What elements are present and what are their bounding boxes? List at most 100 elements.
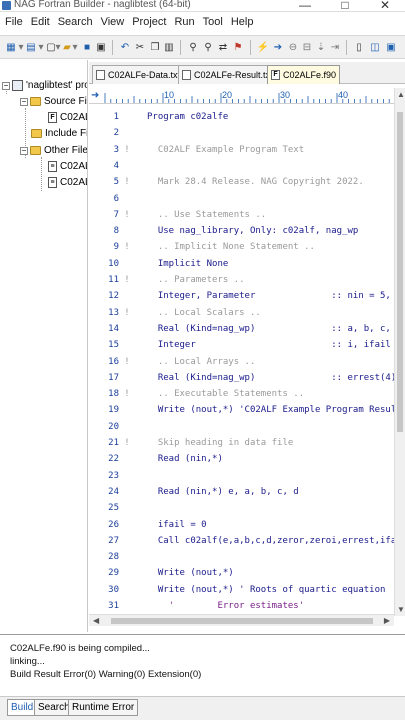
code-line[interactable]: 17 Real (Kind=nag_wp) :: errest(4), [89,370,394,386]
menu-edit[interactable]: Edit [27,16,54,28]
undo-icon[interactable]: ↶ [118,40,132,54]
collapse-icon[interactable]: − [2,81,10,90]
scroll-right-icon[interactable]: ▶ [384,616,390,625]
tab-label: C02ALFe-Result.txt [194,70,273,80]
vertical-scrollbar[interactable]: ▲ ▼ [394,88,405,616]
code-line[interactable]: 14 Real (Kind=nag_wp) :: a, b, c, d [89,321,394,337]
save-icon[interactable]: ■ [80,40,94,54]
code-line[interactable]: 24 Read (nin,*) e, a, b, c, d [89,484,394,500]
goto-icon[interactable]: ⚑ [231,40,245,54]
fortran-file-icon: F [48,112,57,123]
line-marker: ! [124,438,130,448]
tree-other-folder[interactable]: − Other Files [20,145,87,156]
open-icon[interactable]: ▤ [24,40,38,54]
breakpoint-icon[interactable]: ⇥ [328,40,342,54]
code-line[interactable]: 8 Use nag_library, Only: c02alf, nag_wp [89,223,394,239]
tree-include-folder[interactable]: Include File [31,128,87,139]
replace-icon[interactable]: ⇄ [216,40,230,54]
code-line[interactable]: 5! Mark 28.4 Release. NAG Copyright 2022… [89,174,394,190]
scroll-up-icon[interactable]: ▲ [397,90,405,99]
cut-icon[interactable]: ✂ [133,40,147,54]
code-line[interactable]: 30 Write (nout,*) ' Roots of quartic equ… [89,582,394,598]
tree-source-folder[interactable]: − Source File [20,96,87,107]
code-line[interactable]: 31 ' Error estimates' [89,598,394,614]
tree-other-file[interactable]: ≡ C02AL [48,161,87,172]
tab-result-file[interactable]: C02ALFe-Result.txt [178,65,277,84]
dropdown-icon[interactable]: ▾ [71,40,79,54]
scroll-down-icon[interactable]: ▼ [397,605,405,614]
tree-other-file[interactable]: ≡ C02AL [48,177,87,188]
build-icon[interactable]: ⚡ [256,40,270,54]
code-line[interactable]: 22 Read (nin,*) [89,451,394,467]
code-line[interactable]: 2 [89,125,394,141]
menu-help[interactable]: Help [227,16,258,28]
horizontal-scrollbar[interactable]: ◀ ▶ [89,614,394,626]
line-text: Skip heading in data file [147,438,294,448]
split-icon[interactable]: ◫ [368,40,382,54]
line-marker: ! [124,275,130,285]
code-line[interactable]: 18! .. Executable Statements .. [89,386,394,402]
code-line[interactable]: 11! .. Parameters .. [89,272,394,288]
line-text: Write (nout,*) [147,568,234,579]
code-line[interactable]: 6 [89,191,394,207]
code-line[interactable]: 27 Call c02alf(e,a,b,c,d,zeror,zeroi,err… [89,533,394,549]
line-text: ifail = 0 [147,519,207,530]
code-line[interactable]: 28 [89,549,394,565]
code-line[interactable]: 29 Write (nout,*) [89,565,394,581]
scrollbar-thumb[interactable] [397,112,403,432]
print-icon[interactable]: ▣ [94,40,108,54]
code-line[interactable]: 7! .. Use Statements .. [89,207,394,223]
code-line[interactable]: 4 [89,158,394,174]
tab-runtime-error[interactable]: Runtime Error [68,699,139,716]
debug-icon[interactable]: ⊟ [300,40,314,54]
tab-data-file[interactable]: C02ALFe-Data.txt [92,65,185,84]
find-icon[interactable]: ⚲ [186,40,200,54]
line-text: Integer, Parameter :: nin = 5, n [147,291,394,302]
code-line[interactable]: 3! C02ALF Example Program Text [89,142,394,158]
layout-icon[interactable]: ▣ [384,40,398,54]
menu-view[interactable]: View [97,16,129,28]
new-project-icon[interactable]: ▦ [4,40,18,54]
run-icon[interactable]: ➔ [271,40,285,54]
tab-source-file[interactable]: F C02ALFe.f90 [267,65,341,84]
menu-project[interactable]: Project [128,16,170,28]
code-line[interactable]: 21! Skip heading in data file [89,435,394,451]
code-line[interactable]: 15 Integer :: i, ifail [89,337,394,353]
code-line[interactable]: 20 [89,419,394,435]
collapse-icon[interactable]: − [20,146,28,155]
window-icon[interactable]: ▯ [352,40,366,54]
tree-source-file[interactable]: F C02AL [48,112,87,123]
stop-icon[interactable]: ⊖ [286,40,300,54]
code-line[interactable]: 1 Program c02alfe [89,109,394,125]
copy-icon[interactable]: ❐ [148,40,162,54]
code-line[interactable]: 19 Write (nout,*) 'C02ALF Example Progra… [89,402,394,418]
paste-icon[interactable]: ▥ [162,40,176,54]
tree-project-root[interactable]: − 'naglibtest' proj [2,80,87,91]
code-line[interactable]: 10 Implicit None [89,256,394,272]
find-next-icon[interactable]: ⚲ [201,40,215,54]
menu-search[interactable]: Search [54,16,97,28]
scroll-left-icon[interactable]: ◀ [93,616,99,625]
code-line[interactable]: 12 Integer, Parameter :: nin = 5, n [89,288,394,304]
code-editor[interactable]: 1 Program c02alfe 2 3! C02ALF Example Progr… [89,105,394,615]
code-line[interactable]: 26 ifail = 0 [89,517,394,533]
code-line[interactable]: 9! .. Implicit None Statement .. [89,239,394,255]
app-icon [2,1,11,10]
maximize-button[interactable]: □ [325,0,365,12]
code-line[interactable]: 16! .. Local Arrays .. [89,354,394,370]
menu-file[interactable]: File [1,16,27,28]
code-line[interactable]: 25 [89,500,394,516]
line-number: 7 [113,209,119,220]
code-line[interactable]: 13! .. Local Scalars .. [89,305,394,321]
minimize-button[interactable]: — [285,0,325,12]
scrollbar-thumb[interactable] [111,618,373,624]
fortran-file-icon: F [271,70,280,80]
collapse-icon[interactable]: − [20,97,28,106]
tab-build[interactable]: Build [7,699,38,716]
line-number: 9 [113,242,119,253]
code-line[interactable]: 23 [89,468,394,484]
step-icon[interactable]: ⇣ [314,40,328,54]
menu-run[interactable]: Run [170,16,198,28]
menu-tool[interactable]: Tool [199,16,227,28]
close-button[interactable]: ✕ [365,0,405,12]
